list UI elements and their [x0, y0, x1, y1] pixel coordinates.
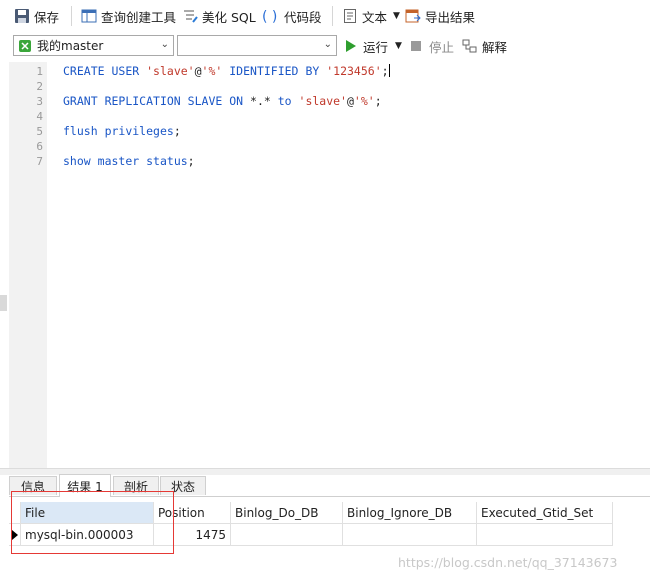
play-icon: [346, 40, 356, 52]
column-header-label: Executed_Gtid_Set: [481, 506, 594, 520]
query-builder-label: 查询创建工具: [101, 9, 177, 25]
toolbar-divider: [71, 6, 72, 26]
code-snippet-label: 代码段: [284, 9, 322, 25]
svg-text:( ): ( ): [262, 9, 277, 24]
table-cell[interactable]: [343, 524, 477, 546]
watermark: https://blog.csdn.net/qq_37143673: [398, 555, 618, 570]
database-select[interactable]: ⌄: [177, 35, 337, 56]
table-cell[interactable]: [231, 524, 343, 546]
beautify-sql-button[interactable]: 美化 SQL: [182, 6, 256, 26]
explain-icon: [462, 38, 478, 54]
line-number: 7: [36, 155, 43, 168]
chevron-down-icon: ⌄: [323, 39, 332, 50]
stop-label: 停止: [429, 39, 455, 55]
text-label: 文本: [362, 9, 388, 25]
document-icon: [342, 8, 358, 24]
run-button[interactable]: 运行 ▼: [346, 37, 402, 55]
run-label: 运行: [363, 39, 389, 55]
column-header[interactable]: Binlog_Do_DB: [231, 502, 343, 524]
query-builder-icon: [81, 8, 97, 24]
line-number: 6: [36, 140, 43, 153]
code-line: flush privileges;: [63, 124, 181, 138]
column-header[interactable]: Binlog_Ignore_DB: [343, 502, 477, 524]
connection-select[interactable]: 我的master ⌄: [13, 35, 174, 56]
query-builder-button[interactable]: 查询创建工具: [81, 6, 176, 26]
column-header[interactable]: Executed_Gtid_Set: [477, 502, 613, 524]
stop-icon: [411, 41, 421, 51]
code-line: GRANT REPLICATION SLAVE ON *.* to 'slave…: [63, 94, 382, 108]
code-line: CREATE USER 'slave'@'%' IDENTIFIED BY '1…: [63, 64, 390, 78]
export-results-button[interactable]: 导出结果: [405, 6, 475, 26]
line-number: 1: [36, 65, 43, 78]
line-number: 2: [36, 80, 43, 93]
export-results-label: 导出结果: [425, 9, 476, 25]
toolbar-divider: [332, 6, 333, 26]
column-header-label: Binlog_Do_DB: [235, 506, 319, 520]
chevron-down-icon: ▼: [393, 11, 400, 21]
line-number: 4: [36, 110, 43, 123]
connection-icon: [18, 39, 32, 53]
explain-label: 解释: [482, 39, 508, 55]
beautify-icon: [182, 8, 198, 24]
highlight-annotation: [11, 491, 174, 554]
collapse-handle[interactable]: [0, 295, 7, 311]
text-button[interactable]: 文本 ▼: [342, 6, 400, 26]
main-toolbar: 保存 查询创建工具 美化 SQL ( ) 代码段 文本 ▼ 导出结果: [0, 0, 650, 32]
tab-label: 状态: [170, 479, 195, 494]
connection-label: 我的master: [37, 39, 104, 53]
chevron-down-icon: ▼: [395, 41, 402, 51]
column-header-label: Binlog_Ignore_DB: [347, 506, 453, 520]
left-edge: [0, 62, 9, 468]
save-label: 保存: [34, 9, 60, 25]
table-cell[interactable]: [477, 524, 613, 546]
code-line: show master status;: [63, 154, 195, 168]
chevron-down-icon: ⌄: [160, 39, 169, 50]
connection-toolbar: 我的master ⌄ ⌄ 运行 ▼ 停止 解释: [0, 32, 650, 60]
code-snippet-icon: ( ): [262, 8, 280, 25]
explain-button[interactable]: 解释: [462, 37, 507, 55]
line-number: 3: [36, 95, 43, 108]
export-icon: [405, 8, 421, 24]
save-icon: [14, 8, 30, 24]
save-button[interactable]: 保存: [14, 6, 59, 26]
code-snippet-button[interactable]: ( ) 代码段: [262, 6, 322, 26]
line-number: 5: [36, 125, 43, 138]
stop-button[interactable]: 停止: [411, 37, 454, 55]
sql-editor[interactable]: 1 2 3 4 5 6 7 CREATE USER 'slave'@'%' ID…: [9, 62, 650, 468]
beautify-sql-label: 美化 SQL: [202, 9, 256, 25]
